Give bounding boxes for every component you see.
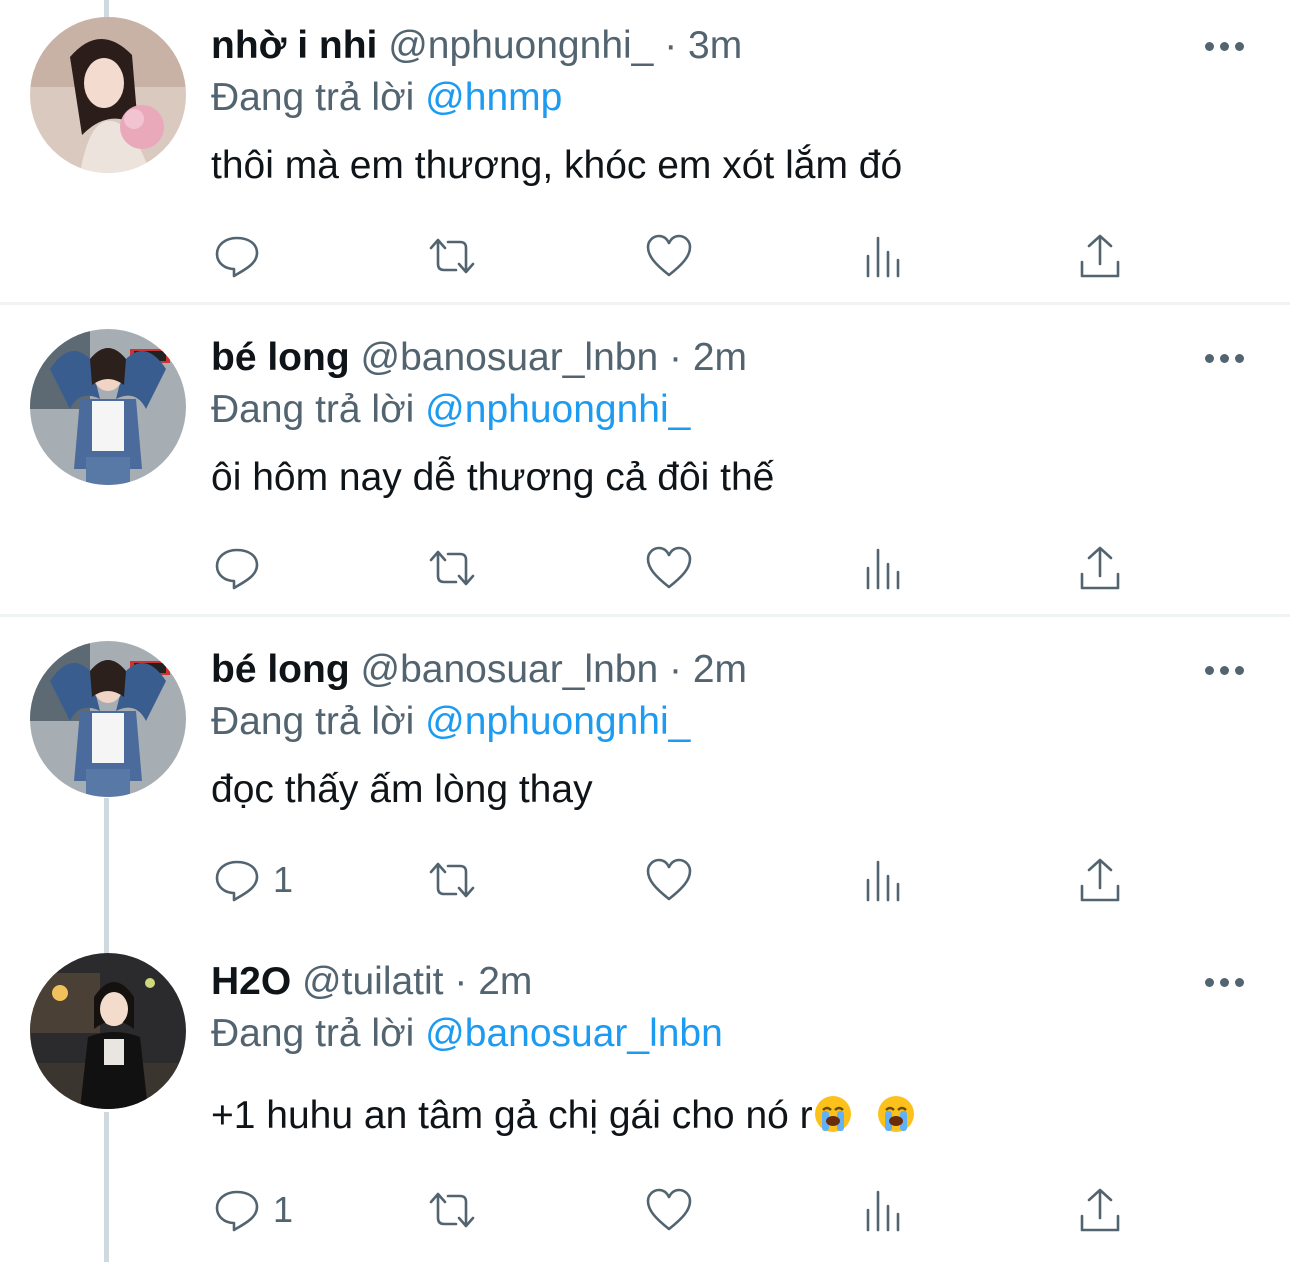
tweet-text: ôi hôm nay dễ thương cả đôi thế — [211, 456, 775, 499]
like-icon — [646, 234, 692, 277]
timestamp[interactable]: 2m — [478, 960, 532, 1003]
timestamp[interactable]: 3m — [688, 24, 742, 67]
replying-to: Đang trả lời @banosuar_lnbn — [211, 1010, 723, 1058]
tweet-header: bé long @banosuar_lnbn · 2m — [211, 646, 747, 694]
avatar[interactable] — [30, 17, 186, 173]
replying-label: Đang trả lời — [211, 388, 415, 431]
views-button[interactable] — [860, 1182, 908, 1238]
retweet-icon — [429, 862, 475, 898]
views-icon — [866, 860, 900, 902]
separator: · — [669, 648, 682, 691]
mention-link[interactable]: @banosuar_lnbn — [425, 1012, 723, 1055]
display-name[interactable]: bé long — [211, 336, 350, 379]
tweet-text-row: +1 huhu an tâm gả chị gái cho nó r — [211, 1092, 916, 1140]
share-icon — [1080, 546, 1120, 590]
more-icon[interactable] — [1205, 660, 1249, 680]
handle[interactable]: @tuilatit — [302, 960, 443, 1003]
divider — [0, 614, 1290, 617]
reply-button[interactable]: 1 — [213, 1182, 293, 1238]
reply-icon — [215, 548, 259, 590]
mention-link[interactable]: @hnmp — [425, 76, 562, 119]
views-button[interactable] — [860, 540, 908, 596]
share-button[interactable] — [1076, 228, 1124, 284]
timestamp[interactable]: 2m — [693, 336, 747, 379]
reply-button[interactable]: 1 — [213, 852, 293, 908]
replying-to: Đang trả lời @nphuongnhi_ — [211, 698, 690, 746]
views-button[interactable] — [860, 852, 908, 908]
handle[interactable]: @nphuongnhi_ — [388, 24, 653, 67]
retweet-icon — [429, 238, 475, 274]
tweet-text: đọc thấy ấm lòng thay — [211, 768, 593, 811]
mention-link[interactable]: @nphuongnhi_ — [425, 700, 690, 743]
like-icon — [646, 858, 692, 901]
divider — [0, 302, 1290, 305]
avatar[interactable] — [30, 329, 186, 485]
retweet-button[interactable] — [428, 228, 476, 284]
views-icon — [866, 548, 900, 590]
replying-label: Đang trả lời — [211, 76, 415, 119]
retweet-icon — [429, 550, 475, 586]
action-bar — [0, 540, 1290, 596]
like-button[interactable] — [645, 1182, 693, 1238]
reply-button[interactable] — [213, 228, 273, 284]
views-button[interactable] — [860, 228, 908, 284]
tweet-header: H2O @tuilatit · 2m — [211, 958, 532, 1006]
tweet-header: bé long @banosuar_lnbn · 2m — [211, 334, 747, 382]
more-icon[interactable] — [1205, 348, 1249, 368]
retweet-button[interactable] — [428, 540, 476, 596]
more-icon[interactable] — [1205, 972, 1249, 992]
replying-label: Đang trả lời — [211, 1012, 415, 1055]
thread-line — [104, 0, 109, 18]
retweet-icon — [429, 1192, 475, 1228]
tweet-text: thôi mà em thương, khóc em xót lắm đó — [211, 144, 903, 187]
action-bar: 1 — [0, 1182, 1290, 1238]
display-name[interactable]: nhờ i nhi — [211, 24, 377, 67]
reply-icon — [215, 1190, 259, 1232]
display-name[interactable]: bé long — [211, 648, 350, 691]
replying-to: Đang trả lời @nphuongnhi_ — [211, 386, 690, 434]
avatar[interactable] — [30, 641, 186, 797]
separator: · — [669, 336, 682, 379]
share-button[interactable] — [1076, 540, 1124, 596]
action-bar — [0, 228, 1290, 284]
reply-button[interactable] — [213, 540, 273, 596]
handle[interactable]: @banosuar_lnbn — [361, 648, 659, 691]
views-icon — [866, 236, 900, 278]
like-button[interactable] — [645, 228, 693, 284]
replying-to: Đang trả lời @hnmp — [211, 74, 562, 122]
reply-icon — [215, 236, 259, 278]
reply-icon — [215, 860, 259, 902]
like-button[interactable] — [645, 852, 693, 908]
timestamp[interactable]: 2m — [693, 648, 747, 691]
mention-link[interactable]: @nphuongnhi_ — [425, 388, 690, 431]
reply-count: 1 — [273, 1189, 294, 1230]
loudly-crying-face-icon — [877, 1096, 914, 1132]
avatar[interactable] — [30, 953, 186, 1109]
like-icon — [646, 546, 692, 589]
tweet-header: nhờ i nhi @nphuongnhi_ · 3m — [211, 22, 742, 70]
tweet-text: +1 huhu an tâm gả chị gái cho nó r — [211, 1094, 813, 1137]
more-icon[interactable] — [1205, 36, 1249, 56]
replying-label: Đang trả lời — [211, 700, 415, 743]
share-icon — [1080, 1188, 1120, 1232]
retweet-button[interactable] — [428, 1182, 476, 1238]
display-name[interactable]: H2O — [211, 960, 291, 1003]
like-icon — [646, 1188, 692, 1231]
loudly-crying-face-icon — [814, 1096, 851, 1132]
views-icon — [866, 1190, 900, 1232]
like-button[interactable] — [645, 540, 693, 596]
handle[interactable]: @banosuar_lnbn — [361, 336, 659, 379]
retweet-button[interactable] — [428, 852, 476, 908]
share-button[interactable] — [1076, 1182, 1124, 1238]
share-icon — [1080, 234, 1120, 278]
share-button[interactable] — [1076, 852, 1124, 908]
action-bar: 1 — [0, 852, 1290, 908]
reply-count: 1 — [273, 859, 294, 900]
separator: · — [454, 960, 468, 1003]
separator: · — [664, 24, 678, 67]
share-icon — [1080, 858, 1120, 902]
